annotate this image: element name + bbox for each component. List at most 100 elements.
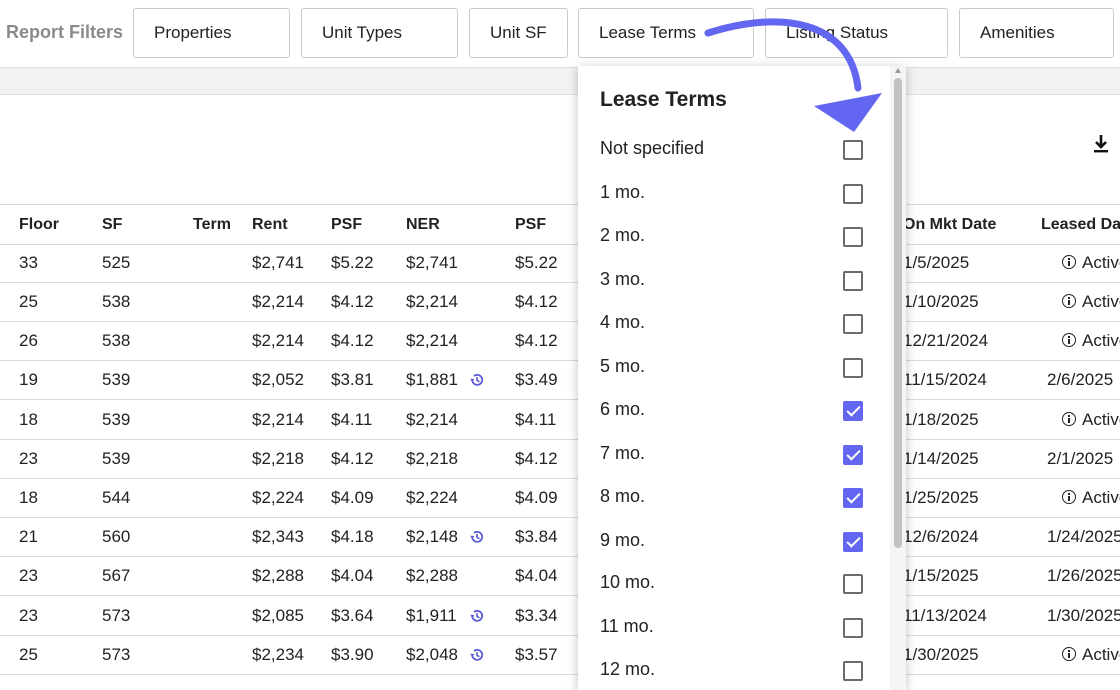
cell-ner: $2,048 (406, 645, 458, 664)
lease-term-option[interactable]: 10 mo. (578, 566, 878, 609)
column-header-psf[interactable]: PSF (331, 216, 362, 234)
cell-psf: $4.12 (331, 331, 374, 350)
option-label: 6 mo. (600, 399, 646, 419)
filter-button-unit-types[interactable]: Unit Types (301, 8, 458, 58)
history-icon[interactable] (469, 647, 485, 663)
column-header-floor[interactable]: Floor (19, 216, 59, 234)
cell-on-mkt-date: 1/14/2025 (903, 449, 979, 468)
column-header-term[interactable]: Term (193, 216, 231, 234)
option-checkbox[interactable] (843, 661, 863, 681)
download-icon[interactable] (1091, 133, 1111, 155)
option-checkbox[interactable] (843, 314, 863, 334)
table-row[interactable]: 18 539 $2,214 $4.11 $2,214 $4.11 1/18/2025 Acti… (0, 400, 1120, 440)
lease-term-option[interactable]: 7 mo. (578, 437, 878, 480)
option-checkbox[interactable] (843, 227, 863, 247)
lease-term-option[interactable]: 4 mo. (578, 306, 878, 349)
table-row[interactable]: 33 525 $2,741 $5.22 $2,741 $5.22 1/5/2025 Activ… (0, 243, 1120, 283)
scroll-up-arrow-icon[interactable] (895, 68, 901, 73)
lease-term-option[interactable]: 6 mo. (578, 393, 878, 436)
info-icon[interactable] (1062, 490, 1076, 504)
table-row[interactable]: 26 538 $2,214 $4.12 $2,214 $4.12 12/21/2024 Act… (0, 321, 1120, 361)
lease-term-option[interactable]: 12 mo. (578, 653, 878, 690)
cell-ner-psf: $5.22 (515, 253, 558, 272)
cell-floor: 23 (19, 449, 38, 468)
cell-psf: $4.11 (331, 410, 373, 429)
option-checkbox[interactable] (843, 445, 863, 465)
option-checkbox[interactable] (843, 488, 863, 508)
report-filters-title: Report Filters (6, 22, 124, 42)
cell-on-mkt-date: 1/10/2025 (903, 292, 979, 311)
scrollbar-thumb[interactable] (894, 78, 902, 548)
table-row[interactable]: 21 560 $2,343 $4.18 $2,148 $3.84 12/6/2024 1/24… (0, 517, 1120, 557)
cell-floor: 26 (19, 331, 38, 350)
table-row[interactable]: 23 573 $2,085 $3.64 $1,911 $3.34 11/13/2024 1/3… (0, 596, 1120, 636)
cell-ner: $2,288 (406, 566, 458, 585)
lease-term-option[interactable]: 11 mo. (578, 610, 878, 653)
history-icon[interactable] (469, 372, 485, 388)
filter-button-properties[interactable]: Properties (133, 8, 290, 58)
info-icon[interactable] (1062, 333, 1076, 347)
option-checkbox[interactable] (843, 574, 863, 594)
info-icon[interactable] (1062, 647, 1076, 661)
cell-ner: $2,214 (406, 331, 458, 350)
column-header-ner[interactable]: NER (406, 216, 440, 234)
cell-leased-date: Active (1062, 331, 1120, 351)
lease-term-option[interactable]: 2 mo. (578, 219, 878, 262)
column-header-leased-date[interactable]: Leased Date (1041, 216, 1120, 234)
lease-term-option[interactable]: 1 mo. (578, 176, 878, 219)
column-header-ner-psf[interactable]: PSF (515, 216, 546, 234)
table-row[interactable]: 23 567 $2,288 $4.04 $2,288 $4.04 1/15/2025 1/26… (0, 556, 1120, 596)
cell-on-mkt-date: 12/21/2024 (903, 331, 989, 350)
column-header-on-mkt-date[interactable]: On Mkt Date (903, 216, 996, 234)
filter-button-lease-terms[interactable]: Lease Terms (578, 8, 754, 58)
table-row[interactable]: 25 538 $2,214 $4.12 $2,214 $4.12 1/10/2025 Acti… (0, 282, 1120, 322)
cell-ner-psf: $3.49 (515, 370, 558, 389)
table-row[interactable]: 25 573 $2,234 $3.90 $2,048 $3.57 1/30/2025 Acti… (0, 635, 1120, 675)
filter-button-amenities[interactable]: Amenities (959, 8, 1114, 58)
history-icon[interactable] (469, 608, 485, 624)
option-label: 11 mo. (600, 616, 654, 636)
cell-leased-date: 2/6/2025 (1047, 370, 1113, 390)
lease-term-option[interactable]: 8 mo. (578, 480, 878, 523)
lease-term-option[interactable]: Not specified (578, 132, 878, 175)
option-checkbox[interactable] (843, 401, 863, 421)
option-checkbox[interactable] (843, 271, 863, 291)
column-header-rent[interactable]: Rent (252, 216, 288, 234)
dropdown-scrollbar[interactable] (890, 66, 906, 690)
cell-ner: $2,214 (406, 410, 458, 429)
info-icon[interactable] (1062, 294, 1076, 308)
cell-rent: $2,224 (252, 488, 304, 507)
lease-term-option[interactable]: 5 mo. (578, 350, 878, 393)
leased-date-text: 1/24/2025 (1047, 527, 1120, 546)
info-icon[interactable] (1062, 412, 1076, 426)
leased-date-text: 1/26/2025 (1047, 566, 1120, 585)
lease-terms-dropdown: Lease Terms Not specified 1 mo. 2 mo. 3 mo.… (578, 66, 906, 690)
cell-floor: 25 (19, 645, 38, 664)
filter-button-listing-status[interactable]: Listing Status (765, 8, 948, 58)
cell-on-mkt-date: 1/15/2025 (903, 566, 979, 585)
option-checkbox[interactable] (843, 358, 863, 378)
history-icon[interactable] (469, 529, 485, 545)
filter-button-unit-sf[interactable]: Unit SF (469, 8, 568, 58)
lease-term-option[interactable]: 9 mo. (578, 524, 878, 567)
option-checkbox[interactable] (843, 618, 863, 638)
cell-on-mkt-date: 11/13/2024 (903, 606, 987, 625)
cell-ner-psf: $4.12 (515, 292, 558, 311)
option-label: 5 mo. (600, 356, 646, 376)
cell-psf: $5.22 (331, 253, 374, 272)
leased-date-text: Active (1082, 331, 1120, 350)
cell-ner-psf: $4.11 (515, 410, 557, 429)
option-checkbox[interactable] (843, 140, 863, 160)
table-row[interactable]: 23 539 $2,218 $4.12 $2,218 $4.12 1/14/2025 2/1/… (0, 439, 1120, 479)
cell-sf: 560 (102, 527, 131, 546)
option-checkbox[interactable] (843, 184, 863, 204)
lease-term-option[interactable]: 3 mo. (578, 263, 878, 306)
cell-ner-psf: $3.57 (515, 645, 558, 664)
table-row[interactable]: 19 539 $2,052 $3.81 $1,881 $3.49 11/15/2024 2/6… (0, 360, 1120, 400)
info-icon[interactable] (1062, 255, 1076, 269)
cell-floor: 18 (19, 488, 38, 507)
column-header-sf[interactable]: SF (102, 216, 122, 234)
option-checkbox[interactable] (843, 532, 863, 552)
table-row[interactable]: 18 544 $2,224 $4.09 $2,224 $4.09 1/25/2025 Acti… (0, 478, 1120, 518)
cell-sf: 539 (102, 449, 131, 468)
